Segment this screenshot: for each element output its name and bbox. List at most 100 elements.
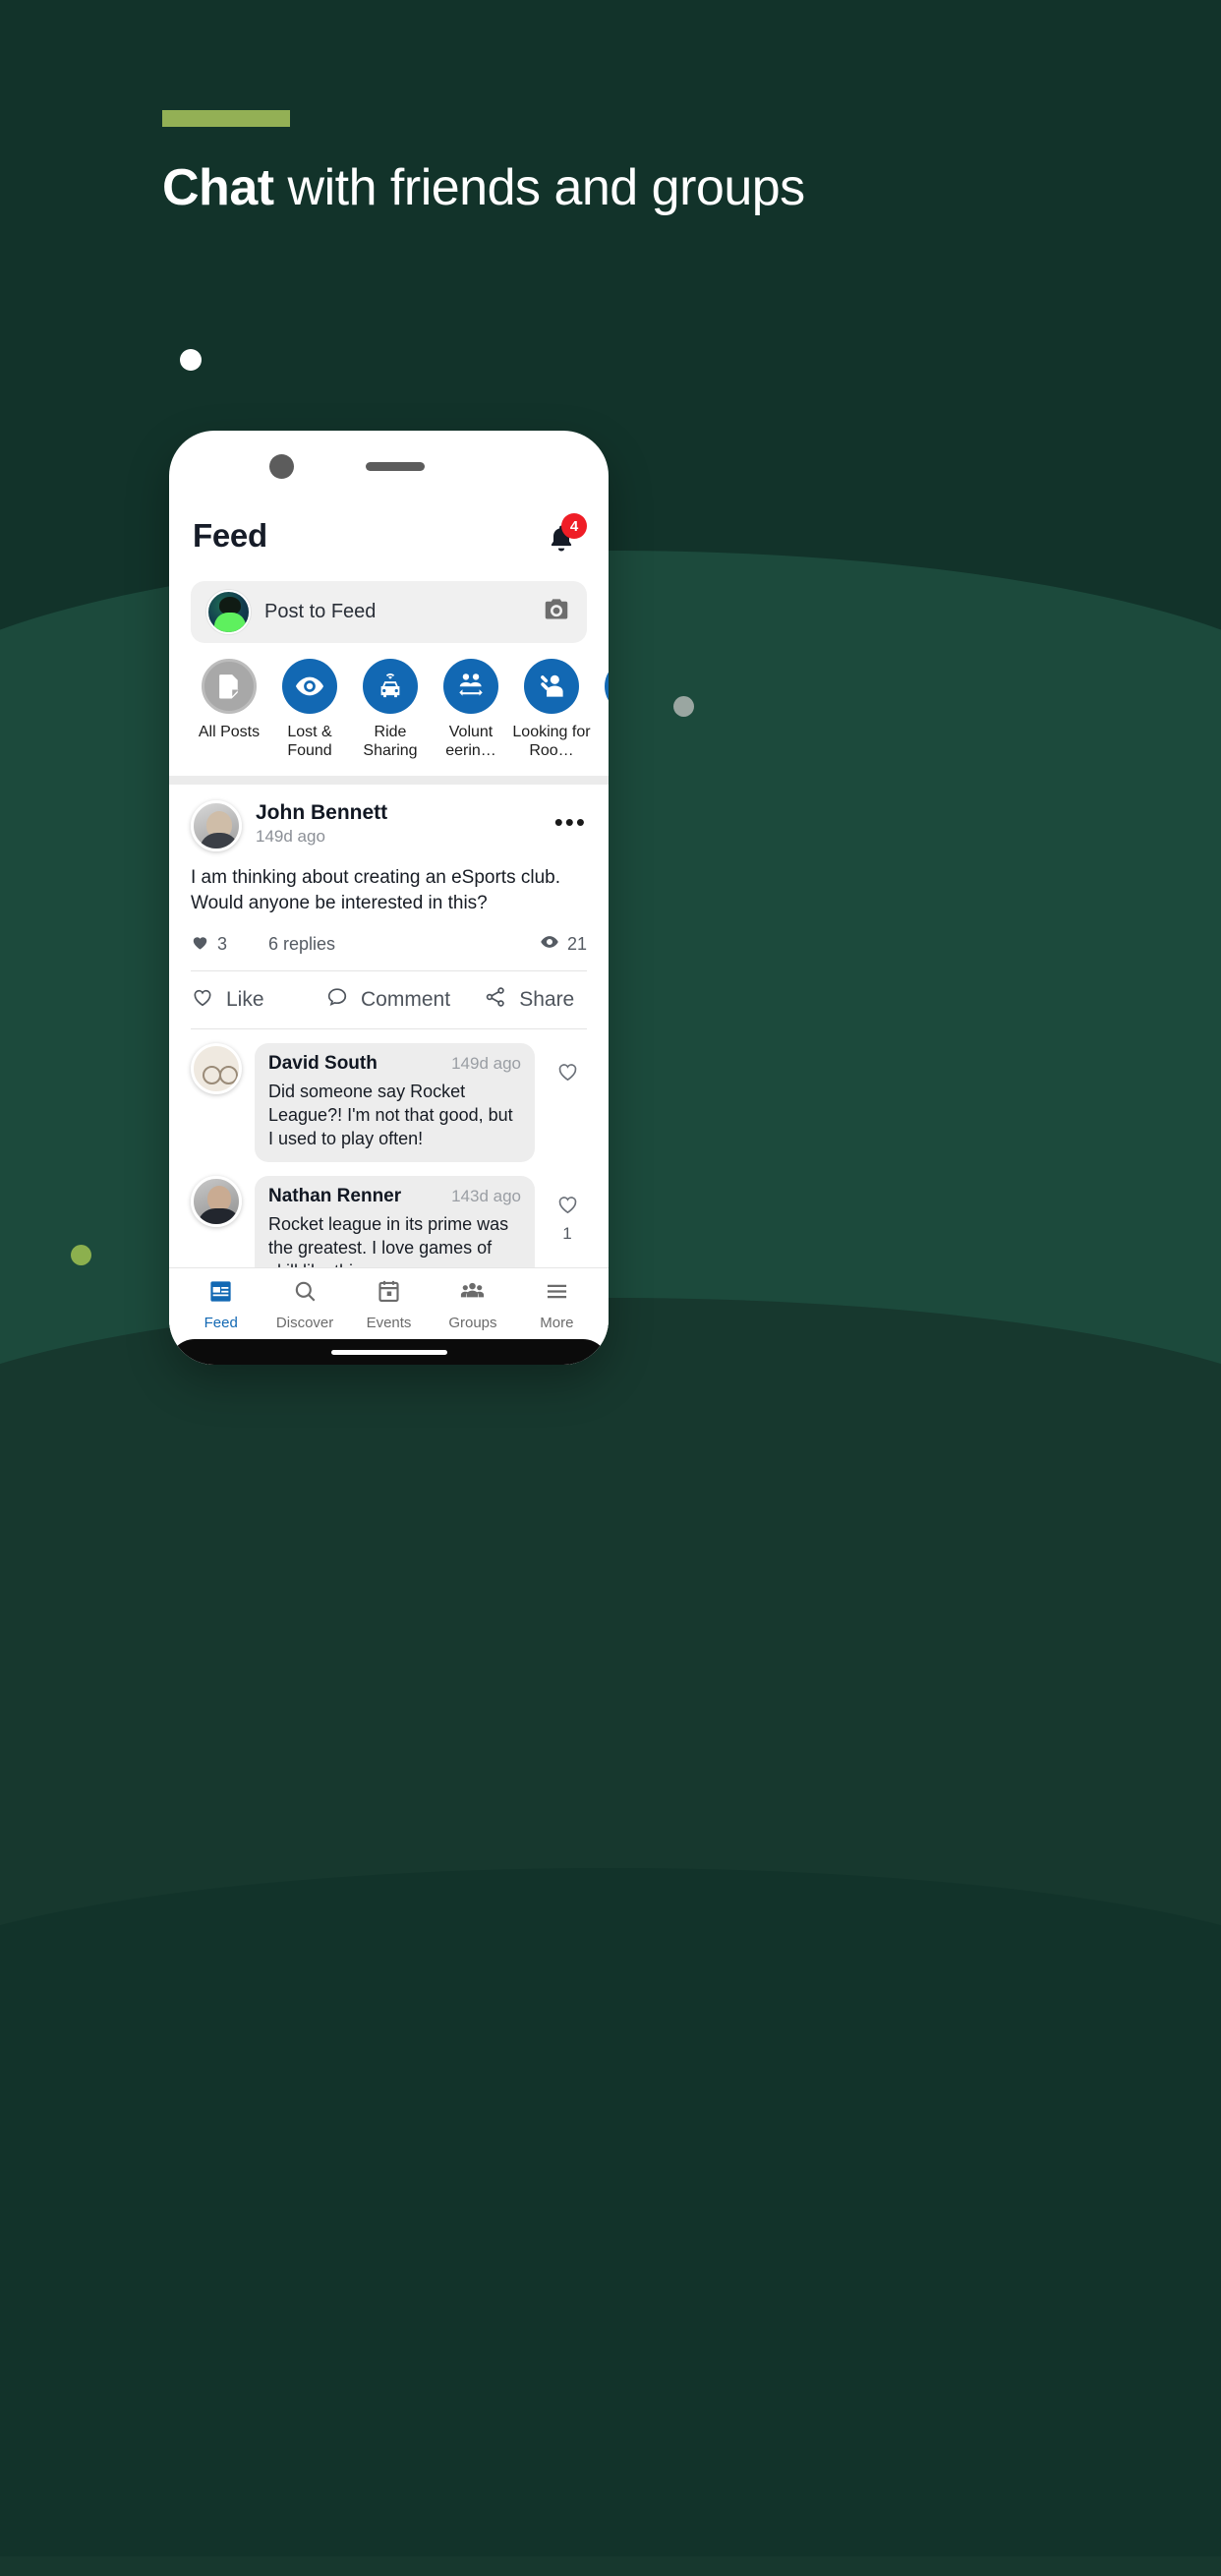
post-composer[interactable]: Post to Feed bbox=[191, 581, 587, 643]
decorative-dot-grey bbox=[673, 696, 694, 717]
search-icon bbox=[292, 1278, 319, 1310]
comment-label: Comment bbox=[361, 988, 451, 1011]
category-ideas-suggestions[interactable]: Ide Su bbox=[592, 659, 609, 760]
home-indicator-area bbox=[169, 1339, 609, 1365]
idea-icon bbox=[605, 659, 609, 714]
section-divider bbox=[169, 776, 609, 785]
comment-bubble: David South 149d ago Did someone say Roc… bbox=[255, 1043, 535, 1162]
like-count: 3 bbox=[217, 934, 228, 954]
comment-like-button[interactable] bbox=[548, 1043, 587, 1091]
car-icon bbox=[363, 659, 418, 714]
heart-filled-icon bbox=[191, 933, 209, 957]
speaker-grille bbox=[366, 462, 425, 471]
phone-mockup: Feed 4 Post to Feed All Posts Lost & Fou… bbox=[169, 431, 609, 1365]
accent-bar bbox=[162, 110, 290, 127]
category-looking-for-roommate[interactable]: Looking for Roo… bbox=[511, 659, 592, 760]
avatar[interactable] bbox=[191, 1043, 242, 1094]
nav-label: Events bbox=[366, 1315, 412, 1331]
nav-label: More bbox=[540, 1315, 574, 1331]
groups-icon bbox=[459, 1278, 486, 1310]
comment-like-count: 1 bbox=[562, 1224, 572, 1243]
post-author[interactable]: John Bennett bbox=[256, 801, 541, 825]
share-icon bbox=[484, 985, 507, 1015]
decorative-dot-white bbox=[180, 349, 202, 371]
headline-rest: with friends and groups bbox=[273, 159, 806, 216]
reply-count[interactable]: 6 replies bbox=[268, 934, 335, 955]
camera-icon[interactable] bbox=[542, 595, 571, 629]
post-stats: 3 6 replies 21 bbox=[191, 932, 587, 957]
feed-post: John Bennett 149d ago ••• I am thinking … bbox=[169, 785, 609, 1029]
app-header: Feed 4 bbox=[169, 482, 609, 556]
nav-item-more[interactable]: More bbox=[515, 1278, 599, 1331]
like-count-group: 3 bbox=[191, 933, 227, 957]
share-button[interactable]: Share bbox=[484, 985, 587, 1015]
nav-label: Groups bbox=[448, 1315, 497, 1331]
post-meta: John Bennett 149d ago bbox=[256, 800, 541, 847]
avatar[interactable] bbox=[191, 800, 242, 851]
phone-screen: Feed 4 Post to Feed All Posts Lost & Fou… bbox=[169, 482, 609, 1365]
headline-bold-word: Chat bbox=[162, 159, 274, 216]
category-label: All Posts bbox=[198, 724, 261, 740]
post-body: I am thinking about creating an eSports … bbox=[191, 867, 561, 913]
view-count: 21 bbox=[566, 934, 587, 954]
category-filter-row[interactable]: All Posts Lost & Found Ride Sharing Volu… bbox=[169, 643, 609, 760]
promo-headline-block: Chat with friends and groups bbox=[162, 110, 850, 216]
person-raise-hand-icon bbox=[524, 659, 579, 714]
page-title: Chat with friends and groups bbox=[162, 159, 850, 216]
nav-item-groups[interactable]: Groups bbox=[431, 1278, 514, 1331]
more-options-icon[interactable]: ••• bbox=[554, 800, 587, 835]
phone-bezel-top bbox=[169, 431, 609, 482]
post-actions: Like Comment Share bbox=[191, 971, 587, 1028]
people-exchange-icon bbox=[443, 659, 498, 714]
notification-badge: 4 bbox=[561, 513, 587, 539]
category-lost-and-found[interactable]: Lost & Found bbox=[269, 659, 350, 760]
category-all-posts[interactable]: All Posts bbox=[189, 659, 269, 760]
category-ride-sharing[interactable]: Ride Sharing bbox=[350, 659, 431, 760]
nav-item-feed[interactable]: Feed bbox=[179, 1278, 262, 1331]
heart-outline-icon bbox=[191, 985, 214, 1015]
avatar bbox=[206, 590, 251, 634]
nav-label: Discover bbox=[275, 1315, 334, 1331]
background-wave-lower bbox=[0, 1868, 1221, 2556]
avatar[interactable] bbox=[191, 1176, 242, 1227]
comment-author[interactable]: Nathan Renner bbox=[268, 1186, 401, 1207]
calendar-icon bbox=[376, 1278, 402, 1310]
nav-item-events[interactable]: Events bbox=[347, 1278, 431, 1331]
comment-timestamp: 143d ago bbox=[451, 1187, 521, 1205]
nav-label: Feed bbox=[204, 1315, 238, 1331]
screen-title: Feed bbox=[193, 517, 267, 554]
decorative-dot-green bbox=[71, 1245, 91, 1265]
document-icon bbox=[202, 659, 257, 714]
category-volunteering[interactable]: Volunt eerin… bbox=[431, 659, 511, 760]
like-label: Like bbox=[226, 988, 264, 1011]
nav-item-discover[interactable]: Discover bbox=[262, 1278, 346, 1331]
category-label: Ride Sharing bbox=[363, 724, 418, 759]
comment-text: Did someone say Rocket League?! I'm not … bbox=[268, 1082, 513, 1148]
menu-icon bbox=[544, 1278, 570, 1310]
comment-timestamp: 149d ago bbox=[451, 1054, 521, 1073]
comment-like-button[interactable]: 1 bbox=[548, 1176, 587, 1244]
home-indicator[interactable] bbox=[330, 1349, 447, 1355]
comment-icon bbox=[325, 985, 349, 1015]
eye-icon bbox=[540, 932, 559, 957]
heart-outline-icon bbox=[555, 1192, 580, 1221]
notifications-button[interactable]: 4 bbox=[544, 513, 587, 556]
comment-header: David South 149d ago bbox=[268, 1053, 521, 1075]
post-composer-placeholder: Post to Feed bbox=[264, 601, 377, 622]
post-timestamp: 149d ago bbox=[256, 827, 325, 846]
category-label: Volunt eerin… bbox=[445, 724, 496, 759]
comment-header: Nathan Renner 143d ago bbox=[268, 1186, 521, 1207]
bottom-navigation: Feed Discover Events Groups More bbox=[169, 1267, 609, 1365]
like-button[interactable]: Like bbox=[191, 985, 325, 1015]
eye-icon bbox=[282, 659, 337, 714]
heart-outline-icon bbox=[555, 1059, 580, 1088]
view-count-group: 21 bbox=[540, 932, 587, 957]
post-header: John Bennett 149d ago ••• bbox=[191, 800, 587, 851]
comment-author[interactable]: David South bbox=[268, 1053, 378, 1075]
category-label: Lost & Found bbox=[287, 724, 332, 759]
share-label: Share bbox=[519, 988, 575, 1011]
category-label: Looking for Roo… bbox=[512, 724, 591, 759]
comment-button[interactable]: Comment bbox=[325, 985, 484, 1015]
camera-icon bbox=[269, 454, 294, 479]
comment-item: David South 149d ago Did someone say Roc… bbox=[169, 1029, 609, 1176]
